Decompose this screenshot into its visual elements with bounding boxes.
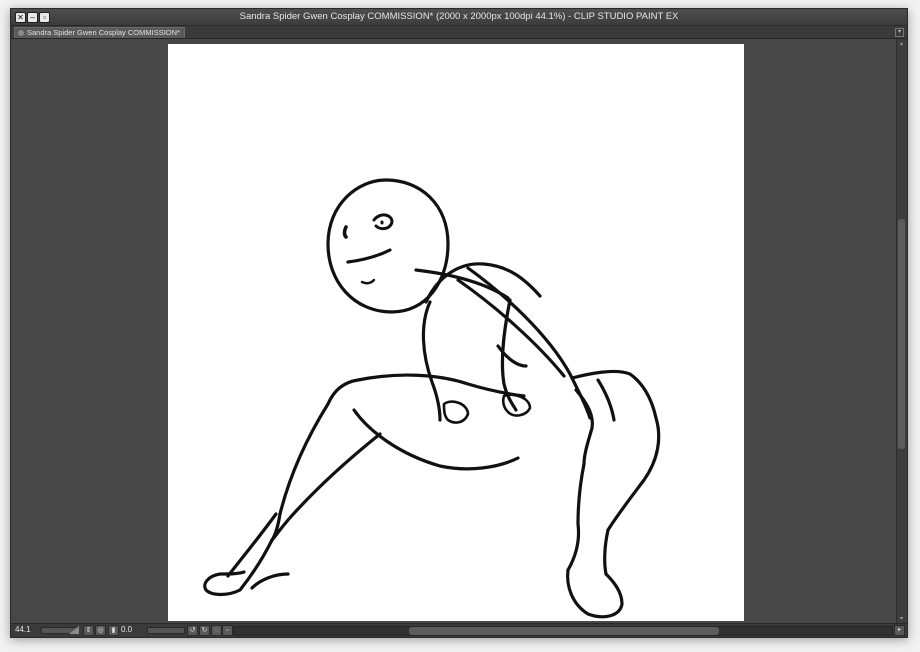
sketch-eye-right: [372, 213, 394, 231]
tab-close-icon[interactable]: [18, 30, 24, 36]
sketch-eye-left: [342, 225, 348, 239]
sketch-drawing: [203, 178, 661, 619]
sketch-mouth: [346, 248, 392, 264]
scroll-up-icon[interactable]: ▴: [898, 40, 905, 48]
document-tab[interactable]: Sandra Spider Gwen Cosplay COMMISSION*: [14, 27, 185, 38]
sketch-waist: [356, 373, 526, 398]
reset-rotation-icon[interactable]: ◌: [211, 625, 222, 636]
rotation-slider[interactable]: [147, 627, 185, 634]
status-bar: 44.1 ⇕ ◎ ▮ 0.0 ↺ ↻ ◌ ▫ ▸: [11, 623, 907, 637]
sketch-left-foot: [203, 538, 274, 597]
app-window: ✕ – ▫ Sandra Spider Gwen Cosplay COMMISS…: [10, 8, 908, 638]
rotation-angle[interactable]: 0.0: [121, 625, 147, 635]
sketch-hand-left: [442, 400, 470, 424]
sketch-left-thigh-top: [278, 378, 360, 516]
horizontal-scroll-thumb[interactable]: [409, 627, 719, 635]
canvas-paper[interactable]: [168, 44, 744, 621]
vertical-scrollbar[interactable]: ▴ ▾: [896, 39, 907, 624]
navigator-corner-icon[interactable]: ▸: [894, 625, 905, 636]
sketch-back: [466, 266, 592, 420]
zoom-stepper-icon[interactable]: ⇕: [83, 625, 94, 636]
sketch-right-knee: [596, 378, 616, 422]
rotate-left-icon[interactable]: ↺: [187, 625, 198, 636]
sketch-chin: [360, 278, 376, 285]
flip-icon[interactable]: ▫: [222, 625, 233, 636]
sketch-chest: [421, 300, 442, 422]
sketch-right-ankle: [603, 528, 610, 576]
sketch-right-thigh-inner: [574, 388, 594, 466]
sketch-right-foot: [566, 568, 624, 619]
window-title: Sandra Spider Gwen Cosplay COMMISSION* (…: [239, 11, 679, 22]
scroll-down-icon[interactable]: ▾: [898, 615, 905, 623]
fit-icon[interactable]: ◎: [95, 625, 106, 636]
document-tab-bar: Sandra Spider Gwen Cosplay COMMISSION* ▾: [11, 26, 907, 39]
zoom-slider[interactable]: [41, 626, 79, 634]
tab-menu-icon[interactable]: ▾: [895, 28, 904, 37]
rotate-right-icon[interactable]: ↻: [199, 625, 210, 636]
horizontal-scrollbar[interactable]: [233, 626, 893, 636]
sketch-left-toe: [250, 572, 290, 590]
canvas-area[interactable]: [11, 39, 897, 624]
title-bar[interactable]: ✕ – ▫ Sandra Spider Gwen Cosplay COMMISS…: [11, 9, 907, 26]
sketch-right-shin: [566, 462, 586, 572]
vertical-scroll-thumb[interactable]: [898, 219, 905, 449]
document-tab-label: Sandra Spider Gwen Cosplay COMMISSION*: [27, 28, 180, 37]
sketch-left-thigh-bottom: [352, 408, 520, 471]
angle-icon: ▮: [108, 625, 119, 636]
